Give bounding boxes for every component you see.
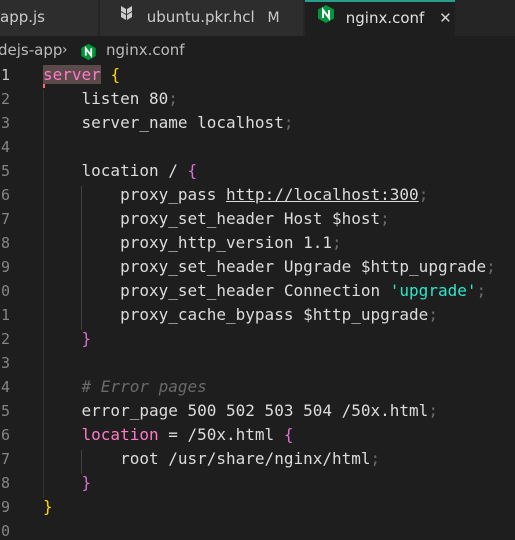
line-number: 7 xyxy=(0,450,10,468)
code-line: proxy_cache_bypass $http_upgrade; xyxy=(43,305,438,324)
breadcrumb-file[interactable]: nginx.conf xyxy=(106,36,185,64)
tab-nginx-conf[interactable]: nginx.conf ✕ xyxy=(305,0,455,36)
line-number: 3 xyxy=(0,114,10,132)
line-number: 4 xyxy=(0,378,10,396)
line-number: 1 xyxy=(0,306,10,324)
brace: } xyxy=(81,329,92,348)
code-text: proxy_pass xyxy=(120,185,227,204)
brace: { xyxy=(187,161,198,180)
line-number: 6 xyxy=(0,426,10,444)
code-comment: # Error pages xyxy=(81,377,207,396)
semicolon: ; xyxy=(283,113,294,132)
tab-label: nginx.conf xyxy=(345,9,425,27)
line-number: 5 xyxy=(0,162,10,180)
code-text: proxy_cache_bypass $http_upgrade xyxy=(120,305,429,324)
code-editor[interactable]: 1 2 3 4 5 6 7 8 9 0 1 2 3 4 5 6 7 8 9 0 … xyxy=(0,64,515,540)
code-line: error_page 500 502 503 504 /50x.html; xyxy=(43,401,438,420)
code-text: proxy_set_header Connection xyxy=(120,281,390,300)
line-number: 5 xyxy=(0,402,10,420)
line-number: 6 xyxy=(0,186,10,204)
chevron-right-icon: › xyxy=(62,42,68,58)
code-line: server_name localhost; xyxy=(43,113,294,132)
code-line: proxy_http_version 1.1; xyxy=(43,233,342,252)
code-line: server { xyxy=(43,65,120,84)
semicolon: ; xyxy=(370,449,381,468)
code-text: root /usr/share/nginx/html xyxy=(120,449,371,468)
breadcrumb: dejs-app › nginx.conf xyxy=(0,36,515,64)
semicolon: ; xyxy=(418,185,429,204)
brace: { xyxy=(283,425,294,444)
code-text: listen 80 xyxy=(81,89,169,108)
close-icon[interactable]: ✕ xyxy=(439,9,452,27)
code-text: = /50x.html xyxy=(158,425,284,444)
tab-app-js[interactable]: app.js xyxy=(0,0,99,36)
line-number: 9 xyxy=(0,258,10,276)
line-number: 8 xyxy=(0,474,10,492)
line-number: 9 xyxy=(0,498,10,516)
code-line: } xyxy=(43,473,92,492)
line-number: 4 xyxy=(0,138,10,156)
tab-label: ubuntu.pkr.hcl xyxy=(146,8,255,26)
line-number: 0 xyxy=(0,522,10,540)
code-text: proxy_set_header Upgrade $http_upgrade xyxy=(120,257,487,276)
code-line: proxy_set_header Upgrade $http_upgrade; xyxy=(43,257,496,276)
code-text: location / xyxy=(81,161,188,180)
line-number: 2 xyxy=(0,90,10,108)
tab-bar: app.js ubuntu.pkr.hcl M nginx.conf ✕ xyxy=(0,0,515,36)
terraform-icon xyxy=(120,1,136,35)
code-line: proxy_set_header Connection 'upgrade'; xyxy=(43,281,486,300)
code-line: # Error pages xyxy=(43,377,207,396)
code-line: proxy_pass http://localhost:300; xyxy=(43,185,428,204)
brace: { xyxy=(110,65,121,84)
code-line: } xyxy=(43,497,53,516)
semicolon: ; xyxy=(428,305,438,324)
code-text: error_page 500 502 503 504 /50x.html xyxy=(81,401,429,420)
code-line: } xyxy=(43,329,92,348)
brace: } xyxy=(81,473,92,492)
line-number: 8 xyxy=(0,234,10,252)
modified-indicator: M xyxy=(267,10,280,26)
url-link[interactable]: http://localhost:300 xyxy=(226,185,419,204)
line-number: 3 xyxy=(0,354,10,372)
code-line: location = /50x.html { xyxy=(43,425,294,444)
location-keyword: location xyxy=(81,425,159,444)
code-line: root /usr/share/nginx/html; xyxy=(43,449,380,468)
tab-label: app.js xyxy=(0,8,45,26)
semicolon: ; xyxy=(331,233,342,252)
semicolon: ; xyxy=(380,209,390,228)
semicolon: ; xyxy=(476,281,487,300)
line-number: 1 xyxy=(0,66,10,84)
tab-ubuntu-pkr-hcl[interactable]: ubuntu.pkr.hcl M xyxy=(100,0,304,36)
code-text: proxy_http_version 1.1 xyxy=(120,233,332,252)
line-number: 2 xyxy=(0,330,10,348)
code-line: listen 80; xyxy=(43,89,178,108)
code-line: location / { xyxy=(43,161,198,180)
breadcrumb-folder[interactable]: dejs-app xyxy=(0,36,62,64)
code-text: server_name localhost xyxy=(81,113,284,132)
string-literal: 'upgrade' xyxy=(389,281,477,300)
code-text: proxy_set_header Host $host xyxy=(120,209,381,228)
line-number: 0 xyxy=(0,282,10,300)
line-number: 7 xyxy=(0,210,10,228)
semicolon: ; xyxy=(428,401,438,420)
semicolon: ; xyxy=(168,89,178,108)
nginx-icon xyxy=(317,3,335,35)
semicolon: ; xyxy=(486,257,496,276)
server-keyword: server xyxy=(43,65,101,84)
code-line: proxy_set_header Host $host; xyxy=(43,209,390,228)
brace: } xyxy=(43,497,53,516)
